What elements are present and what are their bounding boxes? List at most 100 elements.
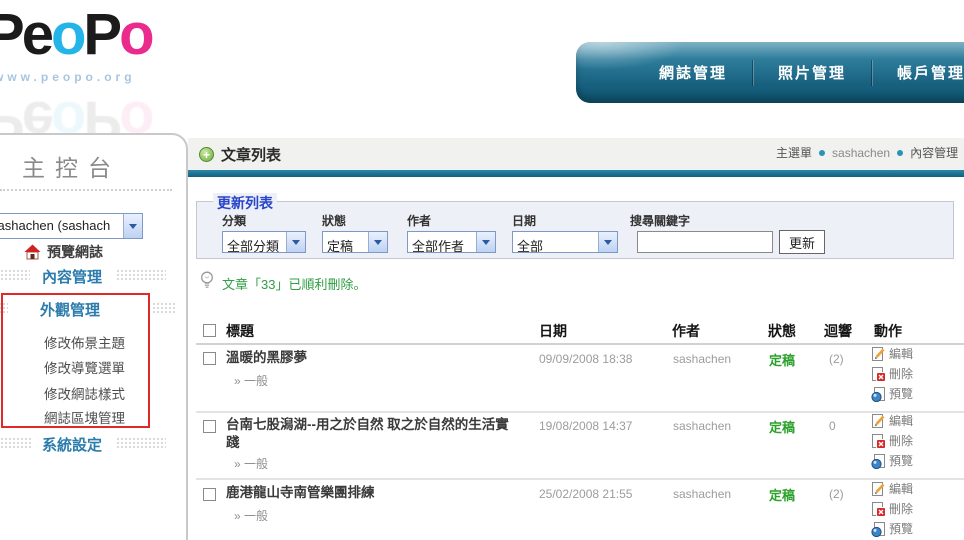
logo-url: www.peopo.org: [0, 70, 216, 84]
edit-page-icon: [871, 346, 886, 362]
article-title[interactable]: 溫暖的黑膠夢: [226, 349, 307, 367]
delete-page-icon: [871, 366, 886, 382]
dotted-decoration: [0, 269, 30, 282]
article-author: sashachen: [673, 419, 731, 433]
sidebar-item-content-management[interactable]: 內容管理: [42, 266, 102, 287]
sidebar-item-label: 預覽網誌: [47, 242, 103, 262]
sidebar-item-block-management[interactable]: 網誌區塊管理: [44, 407, 125, 427]
row-checkbox[interactable]: [203, 488, 216, 501]
lightbulb-icon: [200, 270, 214, 290]
edit-link[interactable]: 編輯: [871, 481, 913, 497]
status-select-value: 定稿: [323, 232, 368, 252]
article-date: 25/02/2008 21:55: [539, 487, 632, 501]
chevron-down-icon: [286, 232, 305, 252]
status-message-row: 文章「33」已順利刪除。: [200, 270, 366, 293]
delete-link[interactable]: 刪除: [871, 501, 913, 517]
edit-page-icon: [871, 413, 886, 429]
user-blog-select[interactable]: sashachen (sashach: [0, 213, 143, 239]
nav-item-account-management[interactable]: 帳戶管理: [872, 62, 964, 83]
peopo-logo[interactable]: PeoPo www.peopo.org PeoPo: [0, 6, 216, 84]
article-author: sashachen: [673, 487, 731, 501]
preview-label: 預覽: [889, 386, 913, 402]
author-select-value: 全部作者: [408, 232, 476, 252]
article-title[interactable]: 台南七股潟湖--用之於自然 取之於自然的生活實踐: [226, 416, 516, 452]
preview-link[interactable]: 預覽: [871, 453, 913, 469]
column-header-date: 日期: [539, 321, 567, 341]
row-actions: 編輯 刪除 預覽: [871, 346, 913, 402]
status-message: 文章「33」已順利刪除。: [222, 270, 366, 293]
article-comments-count: (2): [829, 352, 844, 366]
row-checkbox[interactable]: [203, 352, 216, 365]
sidebar-title: 主控台: [22, 149, 121, 183]
category-select[interactable]: 全部分類: [222, 231, 306, 253]
column-header-comments: 迴響: [824, 321, 852, 341]
chevron-down-icon: [368, 232, 387, 252]
peopo-admin-page: PeoPo www.peopo.org PeoPo 網誌管理 照片管理 帳戶管理…: [0, 0, 964, 540]
date-select[interactable]: 全部: [512, 231, 618, 253]
status-select[interactable]: 定稿: [322, 231, 388, 253]
column-header-status: 狀態: [768, 321, 796, 341]
preview-label: 預覽: [889, 521, 913, 537]
logo-letter: o: [119, 2, 151, 67]
column-header-author: 作者: [672, 321, 700, 341]
edit-link[interactable]: 編輯: [871, 413, 913, 429]
article-status: 定稿: [769, 417, 795, 436]
sidebar-item-edit-nav-menu[interactable]: 修改導覽選單: [44, 357, 125, 377]
preview-link[interactable]: 預覽: [871, 386, 913, 402]
search-keyword-label: 搜尋關鍵字: [630, 212, 690, 229]
delete-link[interactable]: 刪除: [871, 433, 913, 449]
sidebar-item-preview-blog[interactable]: 預覽網誌: [24, 242, 103, 262]
select-all-checkbox[interactable]: [203, 324, 216, 337]
delete-link[interactable]: 刪除: [871, 366, 913, 382]
sidebar-divider: [0, 189, 172, 191]
dotted-decoration: [152, 302, 176, 315]
sidebar-item-appearance-management[interactable]: 外觀管理: [40, 299, 100, 320]
logo-letter: e: [22, 2, 51, 67]
date-select-value: 全部: [513, 232, 598, 252]
sidebar-item-system-settings[interactable]: 系統設定: [42, 434, 102, 455]
nav-item-blog-management[interactable]: 網誌管理: [634, 62, 752, 83]
search-keyword-input[interactable]: [637, 231, 773, 253]
edit-link[interactable]: 編輯: [871, 346, 913, 362]
breadcrumb-main-menu[interactable]: 主選單: [776, 144, 812, 161]
author-select[interactable]: 全部作者: [407, 231, 496, 253]
article-category: » 一般: [234, 372, 268, 389]
row-actions: 編輯 刪除 預覽: [871, 413, 913, 469]
top-nav: 網誌管理 照片管理 帳戶管理: [576, 42, 964, 103]
logo-letter: P: [83, 2, 119, 67]
delete-label: 刪除: [889, 366, 913, 382]
sidebar-item-edit-blog-style[interactable]: 修改網誌樣式: [44, 383, 125, 403]
preview-label: 預覽: [889, 453, 913, 469]
dot-icon: [819, 150, 825, 156]
article-status: 定稿: [769, 350, 795, 369]
page-title: 文章列表: [221, 144, 281, 165]
article-date: 19/08/2008 14:37: [539, 419, 632, 433]
article-category: » 一般: [234, 455, 268, 472]
dotted-decoration: [0, 437, 32, 450]
edit-label: 編輯: [889, 413, 913, 429]
breadcrumb: 主選單 sashachen 內容管理: [776, 144, 958, 161]
breadcrumb-user[interactable]: sashachen: [832, 146, 890, 160]
preview-link[interactable]: 預覽: [871, 521, 913, 537]
row-checkbox[interactable]: [203, 420, 216, 433]
edit-label: 編輯: [889, 481, 913, 497]
house-icon: [24, 244, 41, 260]
logo-wordmark: PeoPo: [0, 6, 216, 64]
filter-legend: 更新列表: [213, 193, 277, 213]
sidebar-item-edit-theme[interactable]: 修改佈景主題: [44, 332, 125, 352]
delete-page-icon: [871, 433, 886, 449]
article-title[interactable]: 鹿港龍山寺南管樂團排練: [226, 484, 375, 502]
row-actions: 編輯 刪除 預覽: [871, 481, 913, 537]
edit-page-icon: [871, 481, 886, 497]
dotted-decoration: [0, 302, 8, 315]
breadcrumb-content-management[interactable]: 內容管理: [910, 144, 958, 161]
article-author: sashachen: [673, 352, 731, 366]
category-label: 分類: [222, 212, 246, 229]
author-label: 作者: [407, 212, 431, 229]
nav-item-photo-management[interactable]: 照片管理: [753, 62, 871, 83]
delete-label: 刪除: [889, 501, 913, 517]
teal-divider-bar: [188, 170, 964, 177]
dotted-decoration: [116, 437, 166, 450]
update-button[interactable]: 更新: [779, 230, 825, 254]
category-select-value: 全部分類: [223, 232, 286, 252]
